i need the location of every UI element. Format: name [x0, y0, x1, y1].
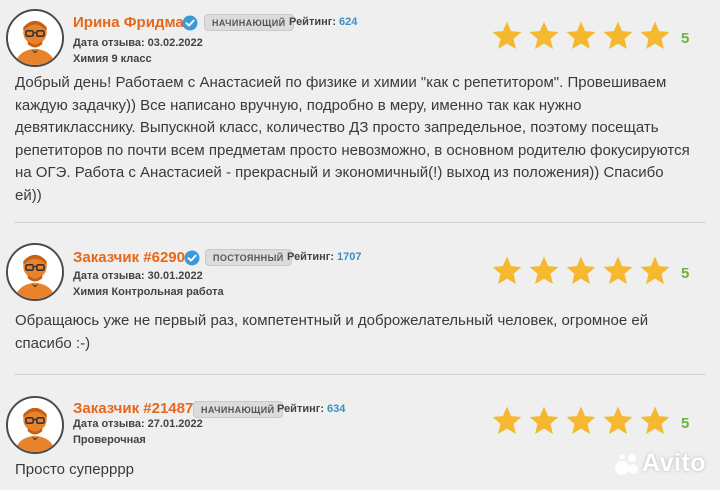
star-icon [564, 404, 598, 438]
review-date: Дата отзыва: 30.01.2022 [73, 270, 203, 282]
star-icon [490, 404, 524, 438]
review-text-line: Обращаюсь уже не первый раз, компетентны… [15, 312, 649, 329]
rating: Рейтинг: 624 [289, 16, 357, 28]
star-rating [490, 19, 672, 53]
star-icon [601, 404, 635, 438]
rating: Рейтинг: 1707 [287, 251, 361, 263]
score: 5 [681, 265, 690, 282]
star-icon [527, 19, 561, 53]
verified-check-icon [182, 15, 198, 31]
star-icon [638, 254, 672, 288]
star-icon [638, 19, 672, 53]
review-text-line: Просто суперррр [15, 461, 135, 478]
review-date: Дата отзыва: 03.02.2022 [73, 37, 203, 49]
review-text: Просто суперррр [15, 459, 705, 482]
score: 5 [681, 415, 690, 432]
user-avatar-icon [8, 11, 62, 65]
star-icon [490, 19, 524, 53]
star-icon [490, 254, 524, 288]
rating-value: 624 [338, 16, 358, 28]
divider [14, 374, 706, 375]
star-icon [564, 19, 598, 53]
score: 5 [681, 30, 690, 47]
review-subject: Проверочная [73, 434, 146, 446]
star-rating [490, 254, 672, 288]
user-avatar-icon [8, 245, 62, 299]
review-subject: Химия Контрольная работа [73, 286, 224, 298]
star-icon [527, 254, 561, 288]
verified-check-icon [184, 250, 200, 266]
avatar[interactable] [6, 9, 64, 67]
review-text-line: Добрый день! Работаем с Анастасией по фи… [15, 74, 667, 91]
divider [14, 222, 706, 223]
user-avatar-icon [8, 398, 62, 452]
rating-label: Рейтинг: [289, 16, 336, 28]
status-badge: НАЧИНАЮЩИЙ [204, 14, 294, 31]
review-text-line: каждую задачку)) Все написано вручную, п… [15, 96, 582, 114]
rating-value: 1707 [336, 251, 362, 263]
rating-label: Рейтинг: [287, 251, 334, 263]
star-icon [601, 19, 635, 53]
star-icon [638, 404, 672, 438]
review-text-line: репетиторов по почти всем предметам прос… [15, 141, 690, 159]
review-text-line: спасибо :-) [15, 334, 91, 352]
reviewer-name[interactable]: Заказчик #214875 [73, 400, 202, 417]
review-text-line: ей)) [15, 186, 42, 204]
review-text-line: на ОГЭ. Работа с Анастасией - прекрасный… [15, 164, 664, 181]
rating-value: 634 [326, 403, 346, 415]
rating: Рейтинг: 634 [277, 403, 345, 415]
review-date: Дата отзыва: 27.01.2022 [73, 418, 203, 430]
star-icon [601, 254, 635, 288]
avatar[interactable] [6, 243, 64, 301]
avatar[interactable] [6, 396, 64, 454]
rating-label: Рейтинг: [277, 403, 324, 415]
review-subject: Химия 9 класс [73, 53, 152, 65]
reviewer-name[interactable]: Заказчик #62909 [73, 249, 193, 266]
review-text: Обращаюсь уже не первый раз, компетентны… [15, 310, 705, 355]
review-text-line: девятикласснику. Выпускной класс, количе… [15, 119, 659, 136]
watermark-text: Avito [642, 449, 707, 477]
status-badge: ПОСТОЯННЫЙ [205, 249, 292, 266]
star-icon [564, 254, 598, 288]
review-text: Добрый день! Работаем с Анастасией по фи… [15, 72, 705, 207]
star-icon [527, 404, 561, 438]
star-rating [490, 404, 672, 438]
avito-dots-icon [615, 454, 638, 475]
reviewer-name[interactable]: Ирина Фридман [73, 14, 193, 31]
status-badge: НАЧИНАЮЩИЙ [193, 401, 283, 418]
